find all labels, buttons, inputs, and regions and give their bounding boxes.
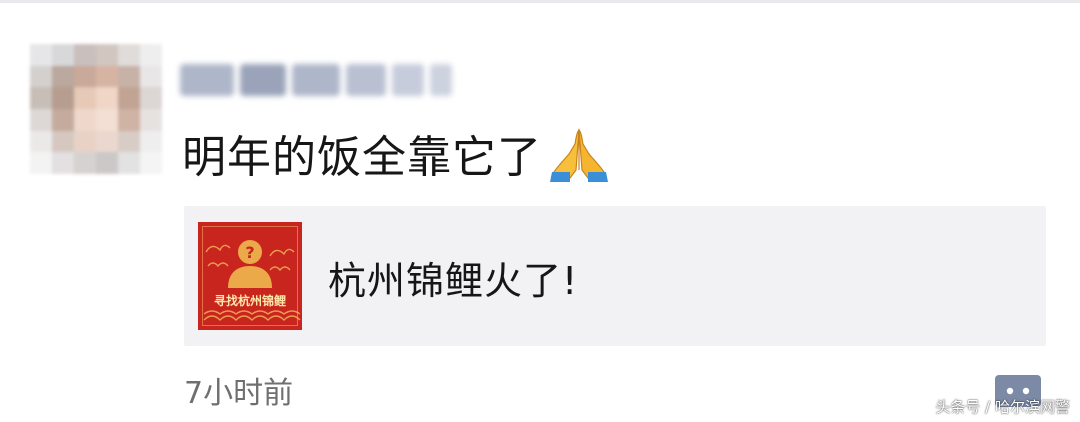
post-text: 明年的饭全靠它了	[182, 132, 542, 183]
source-watermark: 头条号 / 哈尔滨网警	[935, 398, 1070, 416]
shared-link-thumbnail: ? 寻找杭州锦鲤	[198, 222, 302, 330]
folded-hands-icon	[548, 122, 610, 184]
avatar[interactable]	[30, 44, 162, 174]
post-timestamp: 7小时前	[184, 376, 294, 411]
shared-link-card[interactable]: ? 寻找杭州锦鲤 杭州锦鲤火了!	[184, 206, 1046, 346]
post-text-row: 明年的饭全靠它了	[182, 120, 610, 186]
user-nickname-blurred[interactable]	[180, 58, 460, 102]
top-divider	[0, 0, 1080, 3]
shared-link-title[interactable]: 杭州锦鲤火了!	[328, 250, 578, 305]
